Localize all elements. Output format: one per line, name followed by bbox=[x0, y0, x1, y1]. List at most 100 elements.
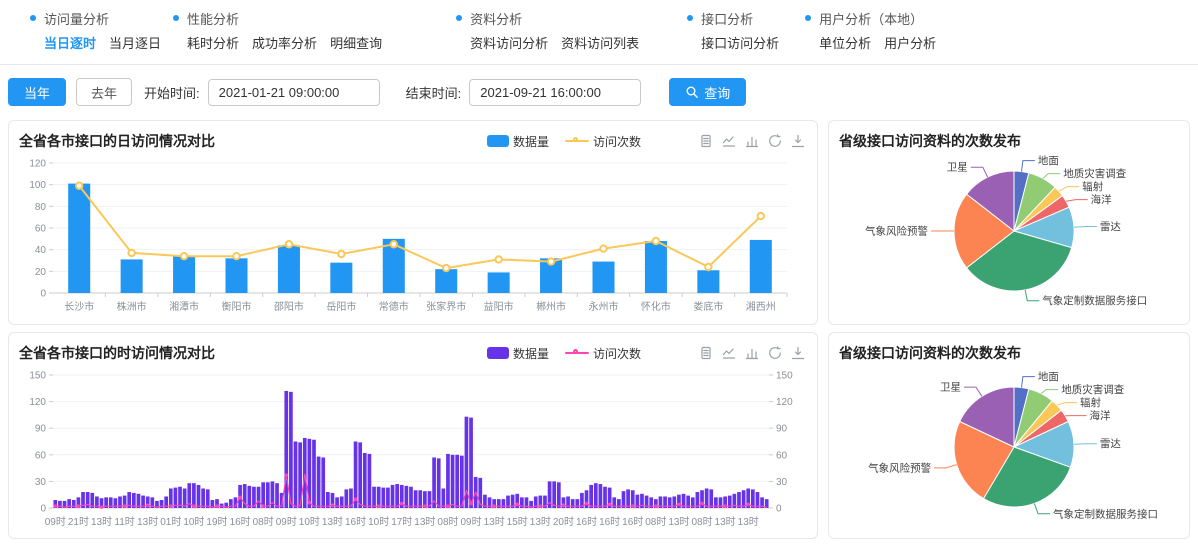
svg-text:01时: 01时 bbox=[160, 516, 181, 528]
chart-toolbox bbox=[699, 134, 805, 148]
restore-icon[interactable] bbox=[768, 134, 782, 148]
svg-text:海洋: 海洋 bbox=[1091, 193, 1113, 206]
svg-text:地面: 地面 bbox=[1038, 154, 1059, 167]
nav-item-success-rate-analysis[interactable]: 成功率分析 bbox=[252, 33, 317, 52]
search-icon bbox=[685, 85, 699, 99]
restore-icon[interactable] bbox=[768, 346, 782, 360]
svg-text:13时: 13时 bbox=[414, 516, 435, 528]
svg-text:邵阳市: 邵阳市 bbox=[274, 300, 304, 313]
legend-item-data-volume[interactable]: 数据量 bbox=[487, 345, 549, 362]
svg-text:16时: 16时 bbox=[576, 516, 597, 528]
province-pie-plot-top: 卫星气象风险预警地面地质灾害调查辐射海洋雷达气象定制数据服务接口 bbox=[839, 153, 1181, 313]
svg-text:辐射: 辐射 bbox=[1080, 396, 1102, 409]
nav-item-daily-this-month[interactable]: 当月逐日 bbox=[109, 33, 161, 52]
filter-bar: 当年 去年 开始时间: 结束时间: 查询 bbox=[0, 65, 1198, 115]
svg-text:21时: 21时 bbox=[68, 516, 89, 528]
svg-text:岳阳市: 岳阳市 bbox=[326, 300, 356, 313]
hourly-comparison-chart-card: 全省各市接口的时访问情况对比 数据量 访问次数 0030306060909012 bbox=[8, 332, 818, 539]
dashboard-grid: 全省各市接口的日访问情况对比 数据量 访问次数 020406080100120长 bbox=[0, 120, 1198, 539]
bullet-icon bbox=[456, 15, 462, 21]
query-button[interactable]: 查询 bbox=[669, 78, 746, 106]
svg-text:08时: 08时 bbox=[691, 516, 712, 528]
svg-text:气象定制数据服务接口: 气象定制数据服务接口 bbox=[1053, 507, 1158, 520]
legend-item-visit-count[interactable]: 访问次数 bbox=[565, 133, 641, 150]
svg-text:常德市: 常德市 bbox=[379, 300, 409, 313]
download-icon[interactable] bbox=[791, 346, 805, 360]
svg-text:20时: 20时 bbox=[553, 516, 574, 528]
svg-text:郴州市: 郴州市 bbox=[536, 300, 566, 313]
legend-label: 数据量 bbox=[513, 133, 549, 150]
svg-text:雷达: 雷达 bbox=[1100, 438, 1122, 450]
svg-text:40: 40 bbox=[35, 245, 47, 256]
daily-comparison-chart-card: 全省各市接口的日访问情况对比 数据量 访问次数 020406080100120长 bbox=[8, 120, 818, 325]
end-time-label: 结束时间: bbox=[406, 83, 462, 102]
line-chart-icon[interactable] bbox=[722, 134, 736, 148]
nav-item-time-cost-analysis[interactable]: 耗时分析 bbox=[187, 33, 239, 52]
legend-label: 访问次数 bbox=[593, 133, 641, 150]
province-pie-card-bottom: 省级接口访问资料的次数发布 卫星气象风险预警地面地质灾害调查辐射海洋雷达气象定制… bbox=[828, 332, 1190, 539]
nav-group-title: 用户分析（本地） bbox=[819, 9, 923, 28]
line-swatch-icon bbox=[565, 348, 589, 359]
svg-text:120: 120 bbox=[776, 397, 793, 408]
svg-text:0: 0 bbox=[40, 504, 46, 515]
line-swatch-icon bbox=[565, 136, 589, 147]
svg-text:13时: 13时 bbox=[738, 516, 759, 528]
svg-text:雷达: 雷达 bbox=[1100, 221, 1122, 233]
data-view-icon[interactable] bbox=[699, 134, 713, 148]
svg-text:16时: 16时 bbox=[622, 516, 643, 528]
nav-item-interface-access-analysis[interactable]: 接口访问分析 bbox=[701, 33, 779, 52]
svg-text:海洋: 海洋 bbox=[1090, 409, 1111, 422]
nav-group-title: 资料分析 bbox=[470, 9, 522, 28]
nav-group-data: 资料分析 资料访问分析 资料访问列表 bbox=[456, 10, 639, 52]
svg-text:怀化市: 怀化市 bbox=[641, 300, 671, 313]
legend-item-data-volume[interactable]: 数据量 bbox=[487, 133, 549, 150]
svg-text:150: 150 bbox=[776, 371, 793, 382]
svg-text:衡阳市: 衡阳市 bbox=[222, 300, 252, 313]
svg-text:张家界市: 张家界市 bbox=[426, 300, 466, 313]
nav-group-interface: 接口分析 接口访问分析 bbox=[687, 10, 779, 52]
nav-item-detail-query[interactable]: 明细查询 bbox=[330, 33, 382, 52]
svg-text:16时: 16时 bbox=[599, 516, 620, 528]
data-view-icon[interactable] bbox=[699, 346, 713, 360]
chart-title: 省级接口访问资料的次数发布 bbox=[839, 343, 1021, 363]
svg-text:09时: 09时 bbox=[276, 516, 297, 528]
this-year-button[interactable]: 当年 bbox=[8, 78, 66, 106]
bullet-icon bbox=[687, 15, 693, 21]
line-chart-icon[interactable] bbox=[722, 346, 736, 360]
chart-legend: 数据量 访问次数 bbox=[487, 345, 641, 362]
province-pie-card-top: 省级接口访问资料的次数发布 卫星气象风险预警地面地质灾害调查辐射海洋雷达气象定制… bbox=[828, 120, 1190, 325]
bar-chart-icon[interactable] bbox=[745, 134, 759, 148]
hourly-chart-plot: 0030306060909012012015015009时21时13时11时13… bbox=[19, 365, 809, 532]
svg-text:17时: 17时 bbox=[391, 516, 412, 528]
nav-item-data-access-list[interactable]: 资料访问列表 bbox=[561, 33, 639, 52]
svg-text:15时: 15时 bbox=[507, 516, 528, 528]
svg-text:13时: 13时 bbox=[715, 516, 736, 528]
svg-text:卫星: 卫星 bbox=[947, 162, 968, 174]
legend-label: 访问次数 bbox=[593, 345, 641, 362]
chart-title: 省级接口访问资料的次数发布 bbox=[839, 131, 1021, 151]
top-navigation: 访问量分析 当日逐时 当月逐日 性能分析 耗时分析 成功率分析 明细查询 资料分… bbox=[0, 0, 1198, 52]
legend-item-visit-count[interactable]: 访问次数 bbox=[565, 345, 641, 362]
bar-swatch-icon bbox=[487, 347, 509, 359]
svg-text:0: 0 bbox=[776, 504, 782, 515]
svg-text:长沙市: 长沙市 bbox=[64, 300, 94, 313]
nav-item-data-access-analysis[interactable]: 资料访问分析 bbox=[470, 33, 548, 52]
start-time-input[interactable] bbox=[208, 79, 380, 106]
nav-group-title: 接口分析 bbox=[701, 9, 753, 28]
nav-item-user-analysis[interactable]: 用户分析 bbox=[884, 33, 936, 52]
svg-text:80: 80 bbox=[35, 202, 47, 213]
nav-group-visits: 访问量分析 当日逐时 当月逐日 bbox=[30, 10, 161, 52]
svg-text:辐射: 辐射 bbox=[1082, 180, 1103, 193]
svg-text:0: 0 bbox=[40, 289, 46, 300]
svg-text:气象风险预警: 气象风险预警 bbox=[865, 225, 928, 238]
last-year-button[interactable]: 去年 bbox=[76, 78, 132, 106]
nav-item-hourly-today[interactable]: 当日逐时 bbox=[44, 33, 96, 52]
download-icon[interactable] bbox=[791, 134, 805, 148]
bar-chart-icon[interactable] bbox=[745, 346, 759, 360]
province-pie-plot-bottom: 卫星气象风险预警地面地质灾害调查辐射海洋雷达气象定制数据服务接口 bbox=[839, 365, 1181, 533]
nav-item-unit-analysis[interactable]: 单位分析 bbox=[819, 33, 871, 52]
svg-text:08时: 08时 bbox=[253, 516, 274, 528]
end-time-input[interactable] bbox=[469, 79, 641, 106]
svg-text:120: 120 bbox=[29, 397, 46, 408]
svg-text:60: 60 bbox=[35, 224, 47, 235]
